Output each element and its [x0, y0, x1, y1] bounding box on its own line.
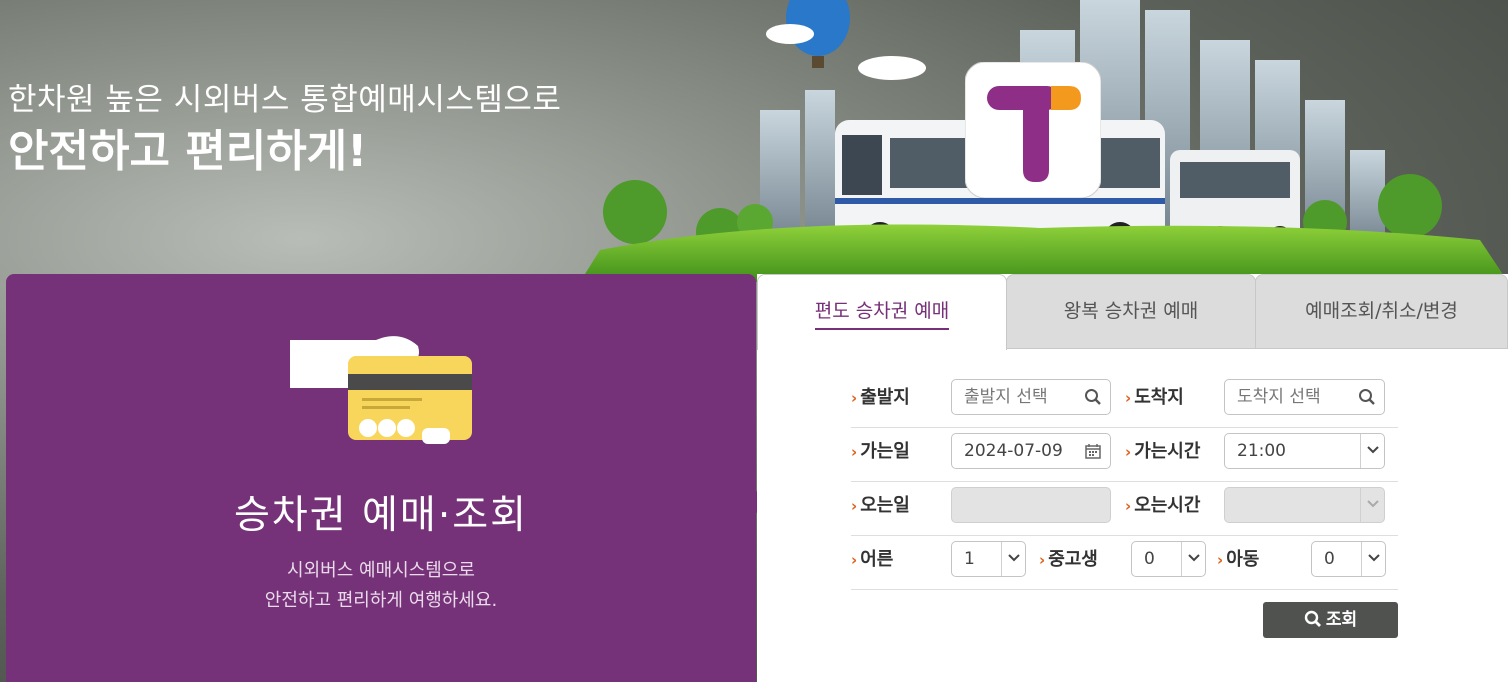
adult-count-value: 1	[964, 549, 975, 569]
booking-panel: 편도 승차권 예매 왕복 승차권 예매 예매조회/취소/변경 › 출발지 출발지 …	[757, 274, 1508, 682]
adult-count-select[interactable]: 1	[951, 541, 1026, 577]
chevron-down-icon	[1001, 542, 1025, 576]
card-payment-icon	[290, 336, 472, 444]
hero-headline-line2: 안전하고 편리하게!	[8, 126, 368, 177]
youth-label-text: 중고생	[1048, 549, 1098, 570]
arrival-placeholder: 도착지 선택	[1237, 387, 1321, 407]
bullet-icon: ›	[851, 443, 858, 461]
child-count-value: 0	[1324, 549, 1335, 569]
bullet-icon: ›	[1125, 443, 1132, 461]
go-date-value: 2024-07-09	[964, 441, 1063, 461]
departure-label: › 출발지	[851, 386, 910, 410]
panel-description: 시외버스 예매시스템으로 안전하고 편리하게 여행하세요.	[6, 556, 756, 616]
chevron-down-icon	[1361, 542, 1385, 576]
return-date-input[interactable]	[951, 487, 1111, 523]
tab-reservation-lookup[interactable]: 예매조회/취소/변경	[1255, 274, 1508, 349]
adult-label-text: 어른	[860, 549, 894, 570]
go-date-input[interactable]: 2024-07-09	[951, 433, 1111, 469]
bullet-icon: ›	[851, 389, 858, 407]
child-label-text: 아동	[1226, 549, 1260, 570]
chevron-down-icon	[1360, 434, 1384, 468]
child-label: › 아동	[1217, 548, 1259, 572]
youth-count-value: 0	[1144, 549, 1155, 569]
bullet-icon: ›	[1125, 497, 1132, 515]
go-date-label-text: 가는일	[860, 441, 910, 462]
hero-headline: 한차원 높은 시외버스 통합예매시스템으로 안전하고 편리하게!	[8, 80, 561, 182]
bullet-icon: ›	[1125, 389, 1132, 407]
tab-round-trip[interactable]: 왕복 승차권 예매	[1006, 274, 1256, 349]
bullet-icon: ›	[851, 551, 858, 569]
youth-label: › 중고생	[1039, 548, 1098, 572]
booking-tabs: 편도 승차권 예매 왕복 승차권 예매 예매조회/취소/변경	[757, 274, 1508, 350]
form-row-return: › 오는일 › 오는시간	[851, 482, 1398, 536]
arrival-label: › 도착지	[1125, 386, 1184, 410]
return-time-label: › 오는시간	[1125, 494, 1200, 518]
booking-form: › 출발지 출발지 선택 › 도착지 도착지 선택 › 가는일 2024-07-09 …	[851, 374, 1398, 638]
form-row-route: › 출발지 출발지 선택 › 도착지 도착지 선택	[851, 374, 1398, 428]
chevron-down-icon	[1181, 542, 1205, 576]
return-date-label-text: 오는일	[860, 495, 910, 516]
departure-select[interactable]: 출발지 선택	[951, 379, 1111, 415]
calendar-icon[interactable]	[1084, 442, 1102, 460]
t-logo-icon	[965, 62, 1101, 198]
tab-label: 예매조회/취소/변경	[1305, 300, 1458, 322]
go-date-label: › 가는일	[851, 440, 910, 464]
panel-title: 승차권 예매·조회	[234, 493, 528, 538]
bullet-icon: ›	[1217, 551, 1224, 569]
bullet-icon: ›	[851, 497, 858, 515]
search-icon	[1359, 389, 1375, 405]
hero-headline-line1: 한차원 높은 시외버스 통합예매시스템으로	[8, 82, 562, 118]
tab-label: 왕복 승차권 예매	[1063, 300, 1199, 322]
adult-label: › 어른	[851, 548, 893, 572]
departure-label-text: 출발지	[860, 387, 910, 408]
child-count-select[interactable]: 0	[1311, 541, 1386, 577]
return-time-select[interactable]	[1224, 487, 1385, 523]
return-time-label-text: 오는시간	[1134, 495, 1201, 516]
departure-placeholder: 출발지 선택	[964, 387, 1048, 407]
ticket-info-panel: 승차권 예매·조회 시외버스 예매시스템으로 안전하고 편리하게 여행하세요.	[6, 274, 756, 682]
search-icon	[1304, 610, 1321, 627]
tab-one-way[interactable]: 편도 승차권 예매	[757, 274, 1007, 350]
search-icon	[1085, 389, 1101, 405]
tab-label: 편도 승차권 예매	[814, 300, 950, 330]
return-date-label: › 오는일	[851, 494, 910, 518]
form-row-passengers: › 어른 1 › 중고생 0 › 아동 0	[851, 536, 1398, 590]
chevron-down-icon	[1360, 488, 1384, 522]
go-time-label: › 가는시간	[1125, 440, 1200, 464]
panel-description-line2: 안전하고 편리하게 여행하세요.	[264, 590, 498, 611]
search-button[interactable]: 조회	[1263, 602, 1398, 638]
arrival-label-text: 도착지	[1134, 387, 1184, 408]
go-time-select[interactable]: 21:00	[1224, 433, 1385, 469]
go-time-label-text: 가는시간	[1134, 441, 1201, 462]
arrival-select[interactable]: 도착지 선택	[1224, 379, 1385, 415]
go-time-value: 21:00	[1237, 441, 1286, 461]
panel-description-line1: 시외버스 예매시스템으로	[287, 560, 475, 581]
search-button-label: 조회	[1325, 610, 1358, 630]
youth-count-select[interactable]: 0	[1131, 541, 1206, 577]
bullet-icon: ›	[1039, 551, 1046, 569]
form-row-go: › 가는일 2024-07-09 › 가는시간 21:00	[851, 428, 1398, 482]
